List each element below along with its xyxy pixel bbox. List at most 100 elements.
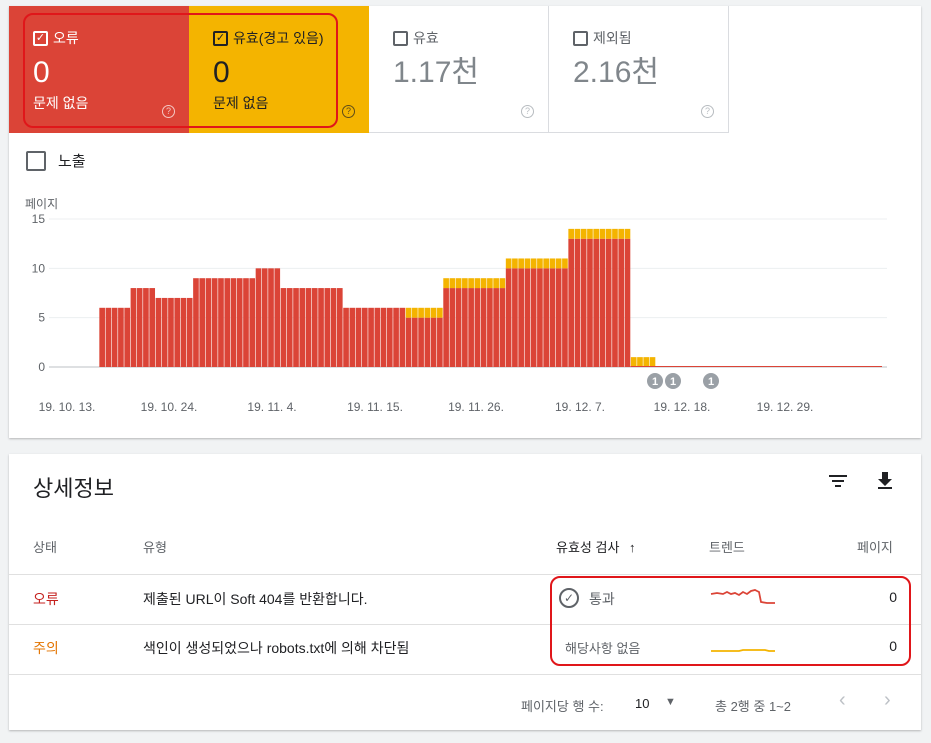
bar-error[interactable] [324,288,331,367]
bar-warning[interactable] [580,228,587,239]
column-header-pages[interactable]: 페이지 [857,537,893,556]
bar-error[interactable] [512,268,518,367]
bar-error[interactable] [518,268,524,367]
bar-error[interactable] [280,288,287,367]
bar-error[interactable] [249,278,256,367]
bar-error[interactable] [118,307,124,367]
bar-error[interactable] [130,288,137,367]
bar-error[interactable] [618,238,625,367]
bar-error[interactable] [374,307,381,367]
bar-error[interactable] [368,307,374,367]
bar-warning[interactable] [524,258,531,269]
bar-error[interactable] [136,288,143,367]
bar-error[interactable] [218,278,224,367]
bar-error[interactable] [474,288,481,367]
bar-warning[interactable] [487,278,493,289]
bar-warning[interactable] [537,258,543,269]
impressions-toggle[interactable]: 노출 [26,150,86,171]
bar-warning[interactable] [499,278,506,289]
bar-error[interactable] [524,268,531,367]
bar-error[interactable] [587,238,593,367]
bar-warning[interactable] [455,278,462,289]
bar-error[interactable] [505,268,512,367]
bar-warning[interactable] [480,278,487,289]
bar-warning[interactable] [474,278,481,289]
bar-error[interactable] [361,307,368,367]
help-icon[interactable]: ? [342,105,355,118]
bar-warning[interactable] [574,228,581,239]
annotation-marker[interactable]: 1 [665,373,681,389]
bar-error[interactable] [443,288,449,367]
chevron-left-icon[interactable]: ‹ [839,689,846,712]
bar-error[interactable] [605,238,612,367]
bar-error[interactable] [349,307,356,367]
bar-error[interactable] [143,288,149,367]
bar-warning[interactable] [493,278,499,289]
bar-error[interactable] [530,268,537,367]
bar-error[interactable] [243,278,249,367]
bar-error[interactable] [205,278,212,367]
bar-error[interactable] [336,288,343,367]
bar-error[interactable] [255,268,262,367]
bar-error[interactable] [161,297,168,367]
bar-warning[interactable] [612,228,618,239]
column-header-status[interactable]: 상태 [33,537,57,556]
bar-warning[interactable] [530,258,537,269]
bar-warning[interactable] [624,228,631,239]
bar-warning[interactable] [418,307,424,318]
bar-warning[interactable] [587,228,593,239]
bar-error[interactable] [299,288,306,367]
bar-warning[interactable] [505,258,512,269]
bar-error[interactable] [405,317,412,367]
bar-error[interactable] [568,238,575,367]
bar-warning[interactable] [543,258,549,269]
bar-error[interactable] [261,268,268,367]
bar-warning[interactable] [424,307,431,318]
bar-error[interactable] [174,297,181,367]
help-icon[interactable]: ? [162,105,175,118]
bar-error[interactable] [268,268,274,367]
bar-warning[interactable] [562,258,568,269]
bar-error[interactable] [430,317,437,367]
bar-error[interactable] [124,307,130,367]
annotation-marker[interactable]: 1 [647,373,663,389]
help-icon[interactable]: ? [701,105,714,118]
bar-warning[interactable] [599,228,606,239]
bar-error[interactable] [149,288,156,367]
bar-error[interactable] [480,288,487,367]
bar-warning[interactable] [618,228,625,239]
bar-error[interactable] [612,238,618,367]
bar-error[interactable] [343,307,349,367]
bar-warning[interactable] [430,307,437,318]
bar-warning[interactable] [405,307,412,318]
excluded-tile[interactable]: 제외됨 2.16천 ? [549,6,729,133]
bar-error[interactable] [468,288,474,367]
column-header-validation[interactable]: 유효성 검사 ↑ [556,537,636,556]
bar-error[interactable] [537,268,543,367]
bar-error[interactable] [193,278,199,367]
bar-error[interactable] [155,297,162,367]
column-header-type[interactable]: 유형 [143,537,167,556]
bar-warning[interactable] [412,307,418,318]
bar-error[interactable] [399,307,406,367]
bar-warning[interactable] [643,357,650,367]
bar-error[interactable] [462,288,468,367]
bar-error[interactable] [318,288,324,367]
bar-error[interactable] [105,307,112,367]
rows-per-page-select[interactable]: 10 ▼ [635,694,685,716]
warning-tile[interactable]: ✓ 유효(경고 있음) 0 문제 없음 ? [189,6,369,133]
bar-error[interactable] [437,317,443,367]
bar-error[interactable] [111,307,118,367]
bar-error[interactable] [99,307,105,367]
bar-error[interactable] [286,288,293,367]
bar-error[interactable] [180,297,187,367]
bar-warning[interactable] [512,258,518,269]
bar-error[interactable] [424,317,431,367]
bar-error[interactable] [311,288,318,367]
bar-warning[interactable] [462,278,468,289]
bar-error[interactable] [186,297,193,367]
bar-warning[interactable] [649,357,656,367]
bar-error[interactable] [293,288,299,367]
bar-error[interactable] [580,238,587,367]
error-tile[interactable]: ✓ 오류 0 문제 없음 ? [9,6,189,133]
